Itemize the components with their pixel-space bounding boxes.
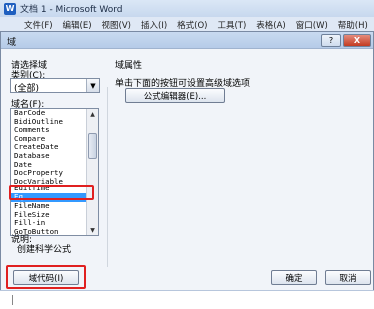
menu-window[interactable]: 窗口(W) bbox=[296, 19, 328, 31]
word-app-icon: W bbox=[4, 2, 16, 15]
text-cursor bbox=[12, 295, 13, 305]
help-button[interactable]: ? bbox=[321, 34, 341, 47]
field-names-list[interactable]: BarCode BidiOutline Comments Compare Cre… bbox=[10, 108, 99, 236]
menu-format[interactable]: 格式(O) bbox=[177, 19, 207, 31]
menu-insert[interactable]: 插入(I) bbox=[141, 19, 167, 31]
window-title: 文档 1 - Microsoft Word bbox=[20, 5, 123, 15]
menu-tools[interactable]: 工具(T) bbox=[217, 19, 246, 31]
field-dialog: 域 ? X 请选择域 类别(C): (全部) ▼ 域名(F): BarCode … bbox=[0, 31, 374, 291]
menu-help[interactable]: 帮助(H) bbox=[338, 19, 368, 31]
close-button[interactable]: X bbox=[343, 34, 371, 47]
document-area[interactable] bbox=[0, 290, 374, 309]
menu-table[interactable]: 表格(A) bbox=[256, 19, 285, 31]
description-text: 创建科学公式 bbox=[17, 245, 72, 255]
dialog-title-bar: 域 ? X bbox=[1, 32, 373, 49]
cancel-button[interactable]: 取消 bbox=[325, 270, 371, 285]
scroll-up-icon[interactable]: ▲ bbox=[87, 109, 98, 119]
field-codes-highlight-box bbox=[6, 265, 86, 289]
eq-highlight-box bbox=[9, 185, 94, 200]
scroll-thumb[interactable] bbox=[88, 133, 97, 159]
section-divider bbox=[107, 87, 108, 267]
field-properties-label: 域属性 bbox=[115, 61, 143, 71]
category-select[interactable]: (全部) ▼ bbox=[10, 78, 100, 94]
scroll-down-icon[interactable]: ▼ bbox=[87, 225, 98, 235]
chevron-down-icon[interactable]: ▼ bbox=[86, 79, 99, 92]
word-title-bar: W 文档 1 - Microsoft Word bbox=[0, 0, 374, 17]
menu-edit[interactable]: 编辑(E) bbox=[63, 19, 92, 31]
dialog-title: 域 bbox=[7, 38, 17, 48]
menu-file[interactable]: 文件(F) bbox=[24, 19, 53, 31]
category-value: (全部) bbox=[14, 84, 40, 94]
equation-editor-button[interactable]: 公式编辑器(E)... bbox=[125, 88, 225, 103]
list-scrollbar[interactable]: ▲ ▼ bbox=[86, 109, 98, 235]
ok-button[interactable]: 确定 bbox=[271, 270, 317, 285]
field-list-items: BarCode BidiOutline Comments Compare Cre… bbox=[11, 109, 87, 235]
menu-view[interactable]: 视图(V) bbox=[102, 19, 131, 31]
